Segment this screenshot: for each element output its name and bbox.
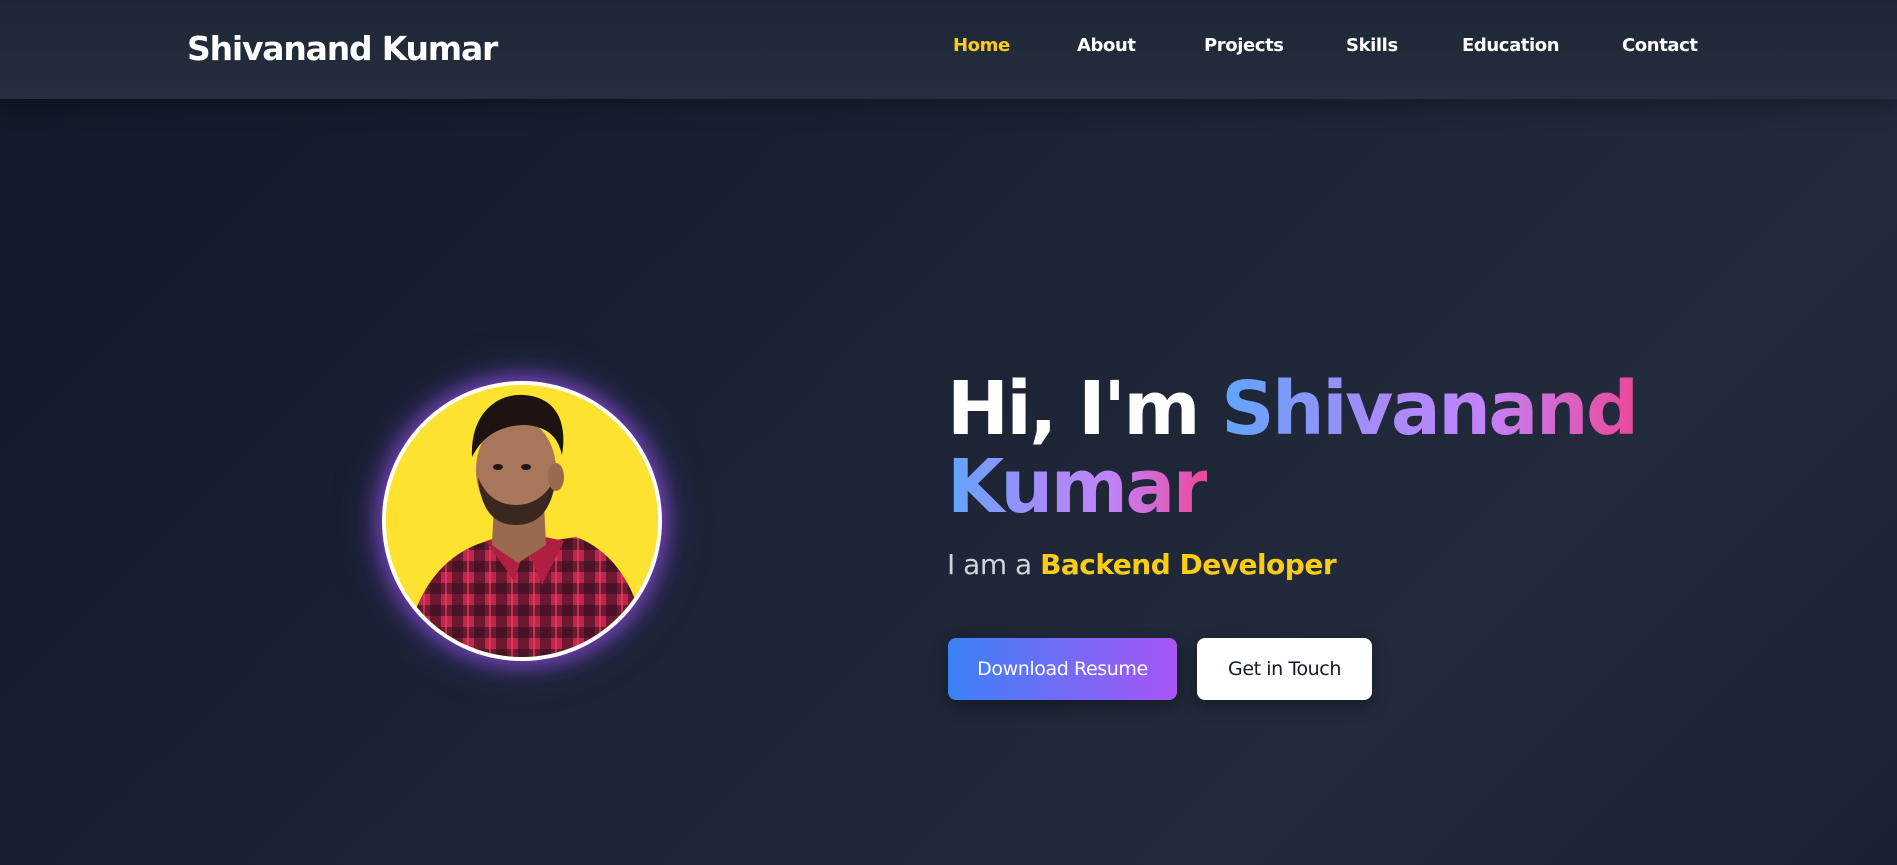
nav-link-projects[interactable]: Projects [1204,35,1284,56]
page: Shivanand Kumar Home About Projects Skil… [0,0,1897,865]
profile-photo-frame [382,381,662,661]
navbar: Shivanand Kumar Home About Projects Skil… [0,0,1897,99]
hero-section: Hi, I'm Shivanand Kumar I am a Backend D… [947,370,1707,581]
profile-photo [386,385,658,657]
get-in-touch-button[interactable]: Get in Touch [1197,638,1372,700]
role-text: Backend Developer [1040,548,1337,581]
nav-menu: Home About Projects Skills Education Con… [0,35,1897,59]
nav-link-home[interactable]: Home [953,35,1010,56]
nav-link-skills[interactable]: Skills [1346,35,1398,56]
hero-heading: Hi, I'm Shivanand Kumar [947,370,1707,526]
hero-tagline: I am a Backend Developer [947,548,1707,581]
download-resume-button[interactable]: Download Resume [948,638,1177,700]
tagline-prefix: I am a [947,548,1041,581]
nav-link-education[interactable]: Education [1462,35,1560,56]
greeting-prefix: Hi, I'm [947,366,1222,452]
nav-link-about[interactable]: About [1077,35,1136,56]
nav-link-contact[interactable]: Contact [1622,35,1698,56]
